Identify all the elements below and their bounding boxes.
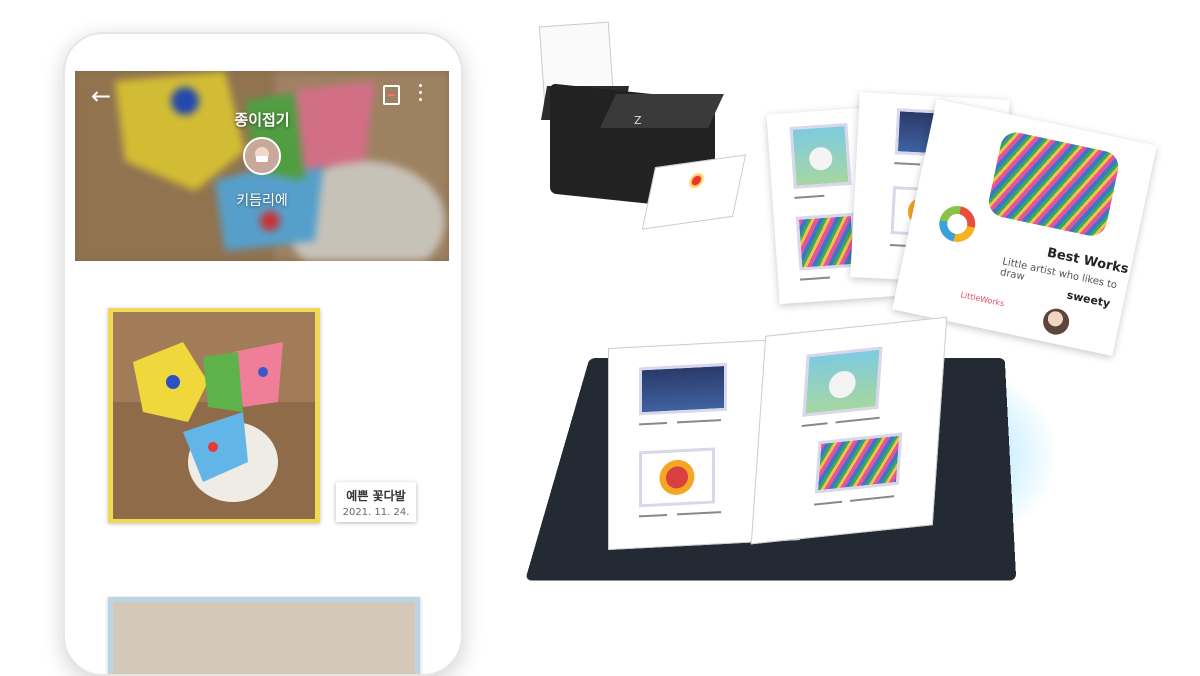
album-header: ← 종이접기 키듬리에	[75, 71, 449, 261]
child-name: 키듬리에	[236, 193, 288, 209]
portfolio-binder	[525, 316, 1017, 585]
back-arrow-icon[interactable]: ←	[91, 82, 111, 110]
artwork-date: 2021. 11. 24.	[342, 507, 410, 518]
artwork-caption: 예쁜 꽃다발 2021. 11. 24.	[336, 482, 416, 522]
artwork-photo	[113, 312, 315, 519]
binder-text-line	[677, 511, 721, 516]
binder-text-line	[835, 416, 880, 424]
binder-text-line	[850, 495, 895, 502]
binder-text-line	[801, 422, 828, 427]
child-avatar	[243, 137, 281, 175]
sheet-avatar	[1040, 306, 1072, 338]
brand-face-icon	[935, 202, 979, 246]
download-pdf-icon[interactable]	[383, 85, 400, 105]
sheet-text-line	[794, 194, 825, 199]
binder-text-line	[639, 513, 667, 518]
album-title: 종이접기	[234, 111, 290, 129]
binder-thumb	[639, 447, 715, 508]
printer-logo-icon: Z	[634, 114, 642, 127]
next-artwork-frame[interactable]	[108, 597, 420, 674]
binder-thumb	[802, 346, 883, 417]
phone-mockup: ← 종이접기 키듬리에 예쁜 꽃다발 2021. 11. 24.	[63, 32, 463, 676]
printer-top	[600, 94, 724, 128]
sheet-thumb	[789, 122, 852, 189]
binder-thumb	[814, 432, 903, 494]
artwork-title: 예쁜 꽃다발	[346, 489, 406, 503]
binder-thumb	[639, 362, 727, 416]
binder-right-page	[750, 316, 948, 545]
brand-logo: LittleWorks	[959, 290, 1006, 309]
sheet-thumb	[795, 212, 858, 271]
best-works-artwork	[986, 129, 1122, 239]
more-vertical-icon[interactable]	[419, 84, 423, 104]
artwork-frame[interactable]	[108, 308, 320, 523]
binder-text-line	[639, 421, 667, 426]
binder-text-line	[814, 500, 843, 506]
sheet-text-line	[800, 276, 831, 281]
binder-text-line	[677, 419, 721, 424]
printer-illustration: Z	[538, 21, 748, 230]
sheet-text-line	[894, 162, 921, 166]
